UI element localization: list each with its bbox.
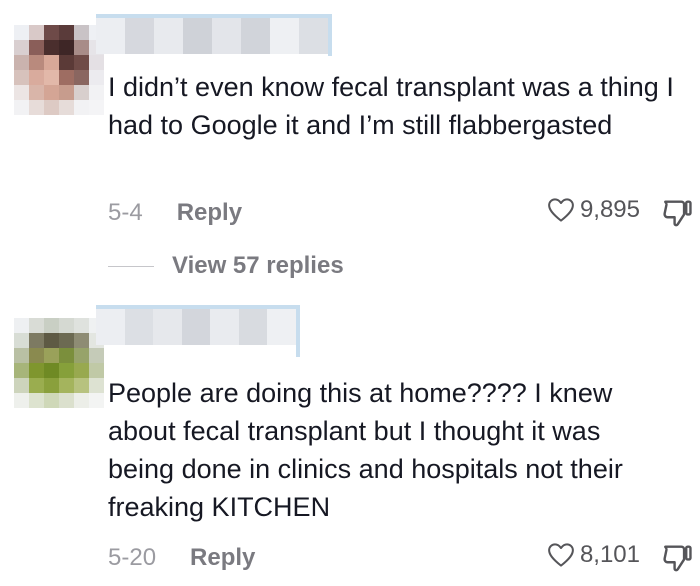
comment-text: I didn’t even know fecal transplant was … [108,72,674,140]
avatar[interactable] [14,318,104,408]
like-button[interactable]: 9,895 [546,195,640,225]
like-button[interactable]: 8,101 [546,540,640,570]
username-blur-frame [96,305,300,357]
comment-text: People are doing this at home???? I knew… [108,378,623,522]
like-count: 9,895 [579,196,640,223]
view-replies-label: View 57 replies [172,252,344,279]
dislike-thumb-icon[interactable] [660,196,694,230]
username-blur-frame [96,14,332,56]
avatar[interactable] [14,25,104,115]
comment-date: 5-4 [108,199,143,226]
reply-button[interactable]: Reply [177,199,242,227]
comment-item: I didn’t even know fecal transplant was … [0,0,700,300]
view-replies-button[interactable]: View 57 replies [108,252,344,280]
like-count: 8,101 [579,541,640,568]
reply-button[interactable]: Reply [190,544,255,572]
comment-date: 5-20 [108,544,157,571]
comment-item: People are doing this at home???? I knew… [0,300,700,586]
dislike-thumb-icon[interactable] [660,541,694,575]
heart-outline-icon [548,198,574,222]
replies-divider [108,265,154,267]
heart-outline-icon [548,543,574,567]
